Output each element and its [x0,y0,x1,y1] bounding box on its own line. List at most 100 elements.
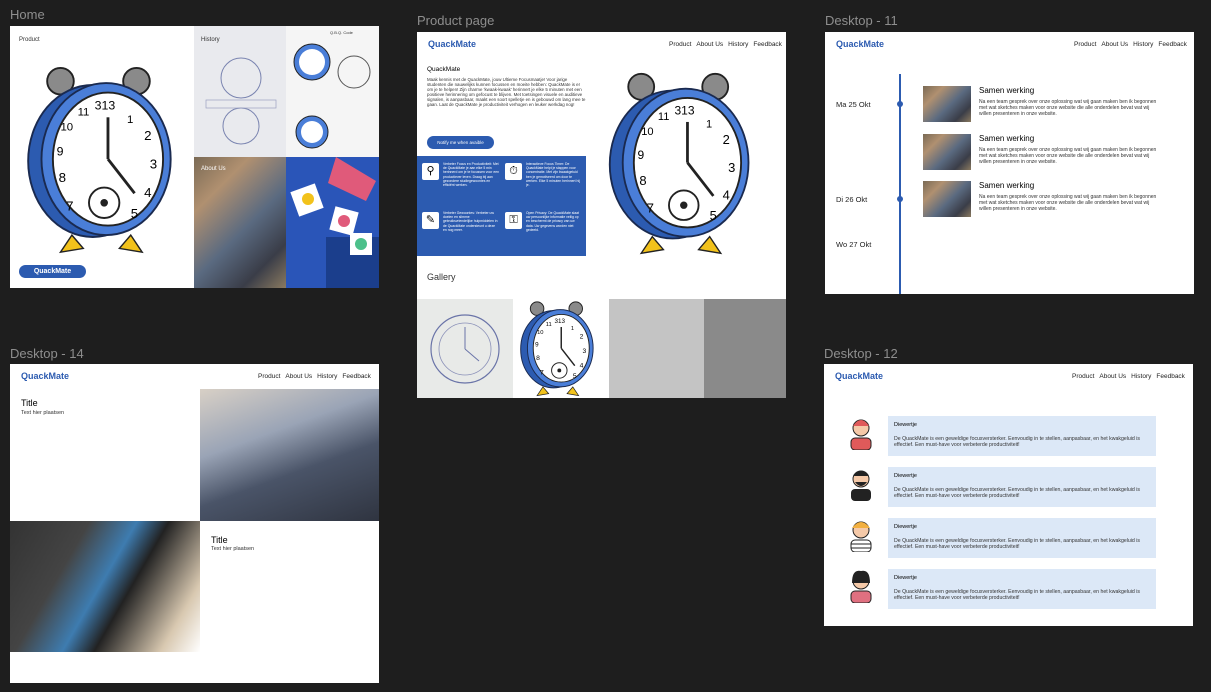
review-name: Diewertje [894,473,917,479]
nav-history[interactable]: History [728,41,748,48]
avatar-icon [851,470,871,501]
review-name: Diewertje [894,422,917,428]
frame-label-home[interactable]: Home [10,7,45,22]
nav-bar: Product About Us History Feedback [253,373,371,380]
product-clock [608,72,750,255]
gallery-placeholder-light[interactable] [609,299,704,398]
notify-button[interactable]: Notify me when avaible [427,136,494,149]
section-title: Title [211,535,228,545]
nav-feedback[interactable]: Feedback [342,373,371,380]
about-photo: About Us [194,157,286,288]
nav-about[interactable]: About Us [1101,41,1128,48]
review-card: Diewertje De QuackMate is een geweldige … [888,467,1156,507]
nav-history[interactable]: History [1131,373,1151,380]
sketch-clock [430,314,500,384]
feature-text: Interactieve Focus Timer: De QuackMate h… [526,162,580,188]
feature-icon: ⚿ [505,212,522,229]
nav-product[interactable]: Product [1074,41,1096,48]
review-card: Diewertje De QuackMate is een geweldige … [888,518,1156,558]
frame-label-desktop14[interactable]: Desktop - 14 [10,346,84,361]
review-text: De QuackMate is een geweldige focusverst… [894,589,1140,601]
feature-icon: ⚲ [422,163,439,180]
product-heading: QuackMate [427,66,461,73]
date-label: Wo 27 Okt [836,240,872,249]
feature-text: Verbeter Gewoontes: Verbeter uw doelen e… [443,211,498,232]
review-text: De QuackMate is een geweldige focusverst… [894,487,1140,499]
nav-feedback[interactable]: Feedback [753,41,782,48]
desktop14-frame[interactable]: QuackMate Product About Us History Feedback… [10,364,379,683]
nav-product[interactable]: Product [669,41,691,48]
date-label: Ma 25 Okt [836,100,871,109]
entry-photo [923,134,971,170]
frame-label-product[interactable]: Product page [417,13,494,28]
avatar-icon [850,521,872,552]
home-frame[interactable]: Product QuackMate History Q.B.Q. Code Ab… [10,26,379,288]
date-label: Di 26 Okt [836,195,868,204]
nav-product[interactable]: Product [258,373,280,380]
nav-about[interactable]: About Us [285,373,312,380]
frame-label-desktop12[interactable]: Desktop - 12 [824,346,898,361]
logo[interactable]: QuackMate [428,39,476,49]
nav-about[interactable]: About Us [1099,373,1126,380]
avatar-icon [850,419,872,450]
nav-bar: Product About Us History Feedback [1067,373,1185,380]
entry-title: Samen werking [979,134,1035,143]
timeline-line [899,74,901,294]
wireframe-clocks [293,43,371,149]
entry-title: Samen werking [979,181,1035,190]
nav-history[interactable]: History [1133,41,1153,48]
nav-bar: Product About Us History Feedback [664,41,782,48]
student-photo [10,521,200,652]
entry-title: Samen werking [979,86,1035,95]
feature-text: Verbeter Focus en Productiviteit: Met de… [443,162,499,188]
home-product-label: Product [19,37,40,43]
product-page-frame[interactable]: QuackMate Product About Us History Feedback… [417,32,786,398]
quackmate-button[interactable]: QuackMate [19,265,86,278]
gallery-heading: Gallery [427,272,456,282]
gallery-clock[interactable] [513,299,609,398]
timeline-dot [897,196,903,202]
review-name: Diewertje [894,524,917,530]
logo[interactable]: QuackMate [836,39,884,49]
section-text: Text hier plaatsen [21,410,65,416]
entry-text: Na een team gesprek over onze oplossing … [979,99,1157,117]
timeline-dot [897,101,903,107]
feature-text: Open Privacy: De QuackMate slaat uw pers… [526,211,579,232]
review-text: De QuackMate is een geweldige focusverst… [894,436,1140,448]
entry-text: Na een team gesprek over onze oplossing … [979,194,1157,212]
ballot-art [290,157,379,288]
sticky-note: Q.B.Q. Code [330,30,353,35]
nav-feedback[interactable]: Feedback [1156,373,1185,380]
logo[interactable]: QuackMate [835,371,883,381]
gallery-placeholder-dark[interactable] [704,299,786,398]
nav-about[interactable]: About Us [696,41,723,48]
gallery-clock-svg [519,301,594,397]
voting-illustration [286,157,379,288]
history-sketch: History [194,26,286,157]
history-label: History [201,37,220,43]
about-label: About Us [201,166,226,172]
gallery-sketch[interactable] [417,299,513,398]
section-title: Title [21,398,38,408]
feature-icon: ✎ [422,212,439,229]
wireframe-sketch: Q.B.Q. Code [286,26,379,157]
avatar-icon [850,570,872,603]
review-text: De QuackMate is een geweldige focusverst… [894,538,1140,550]
frame-label-desktop11[interactable]: Desktop - 11 [825,13,898,28]
entry-text: Na een team gesprek over onze oplossing … [979,147,1157,165]
product-body: Maak kennis met de QuackMate, jouw Ultie… [427,77,586,107]
nav-history[interactable]: History [317,373,337,380]
clock-illustration [26,66,173,254]
nav-bar: Product About Us History Feedback [1069,41,1187,48]
section-text: Text hier plaatsen [211,546,255,552]
nav-product[interactable]: Product [1072,373,1094,380]
feature-icon: ⏱ [505,163,522,180]
entry-photo [923,181,971,217]
sketch-drawing [205,57,277,145]
desktop12-frame[interactable]: QuackMate Product About Us History Feedback… [824,364,1193,626]
logo[interactable]: QuackMate [21,371,69,381]
review-name: Diewertje [894,575,917,581]
nav-feedback[interactable]: Feedback [1158,41,1187,48]
desktop11-frame[interactable]: QuackMate Product About Us History Feedback… [825,32,1194,294]
entry-photo [923,86,971,122]
